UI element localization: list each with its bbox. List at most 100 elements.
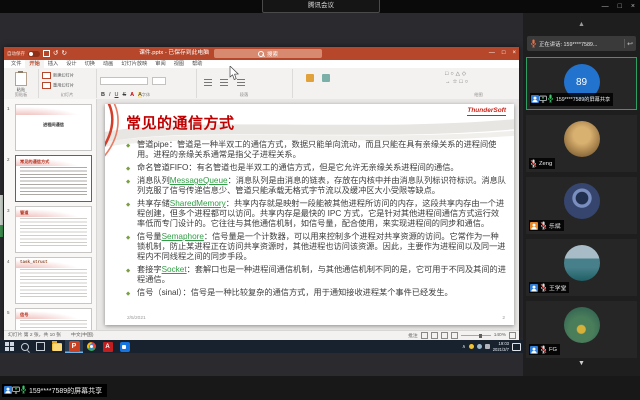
ribbon-tab-bar: 文件开始插入设计切换动画幻灯片放映审阅视图帮助 xyxy=(4,60,519,68)
reading-view-icon[interactable] xyxy=(441,332,448,339)
ppt-close-icon[interactable]: × xyxy=(512,47,516,60)
ribbon-tab-动画[interactable]: 动画 xyxy=(99,60,117,68)
ribbon: 粘贴 剪贴板 新建幻灯片 重用幻灯片 幻灯片 B I U xyxy=(4,68,519,100)
thumbnail-title: 管道 xyxy=(20,210,28,216)
ribbon-tab-视图[interactable]: 视图 xyxy=(170,60,188,68)
save-icon[interactable] xyxy=(43,50,50,57)
tray-icon-1[interactable] xyxy=(469,344,474,349)
person-badge-icon xyxy=(530,222,538,230)
slide-thumbnail-5[interactable]: 信号 xyxy=(15,308,92,331)
reuse-slide-button[interactable]: 重用幻灯片 xyxy=(42,82,96,89)
group-label-drawing: 绘图 xyxy=(440,92,517,98)
notes-button[interactable]: 批注 xyxy=(408,332,418,339)
font-size-select[interactable] xyxy=(152,77,166,85)
tray-icon-3[interactable] xyxy=(485,344,490,349)
normal-view-icon[interactable] xyxy=(421,332,428,339)
ribbon-group-clipboard: 粘贴 剪贴板 xyxy=(4,69,39,98)
search-box[interactable]: 搜索 xyxy=(214,49,322,58)
acrobat-icon: A xyxy=(103,342,113,352)
taskbar-meeting-button[interactable] xyxy=(116,340,133,353)
meeting-titlebar: 腾讯会议 — □ × xyxy=(0,0,640,13)
participant-name: Zeng xyxy=(539,161,552,167)
mic-icon xyxy=(530,39,537,48)
ribbon-tab-开始[interactable]: 开始 xyxy=(25,60,43,68)
participant-tile-4[interactable]: FG xyxy=(526,301,637,358)
autosave-toggle[interactable] xyxy=(28,51,40,57)
zoom-slider-knob[interactable] xyxy=(479,334,482,338)
close-icon[interactable]: × xyxy=(631,0,635,13)
ribbon-tab-幻灯片放映[interactable]: 幻灯片放映 xyxy=(117,60,151,68)
banner-reply-icon[interactable]: ↩ xyxy=(627,40,633,48)
active-speaker-status-icons xyxy=(531,94,554,105)
banner-divider xyxy=(624,39,625,48)
participant-tile-2[interactable]: 乐斌 xyxy=(526,177,637,234)
taskbar-acrobat-button[interactable]: A xyxy=(99,340,116,353)
status-right: 批注 140% xyxy=(408,331,516,340)
participant-tile-1[interactable]: Zeng xyxy=(526,115,637,172)
participant-tile-3[interactable]: 王学堂 xyxy=(526,239,637,296)
ribbon-tab-设计[interactable]: 设计 xyxy=(62,60,80,68)
action-center-icon[interactable] xyxy=(512,343,521,351)
slide-thumbnail-1[interactable]: 进程间通信 xyxy=(15,104,92,151)
ribbon-tab-文件[interactable]: 文件 xyxy=(7,60,25,68)
tray-icon-2[interactable] xyxy=(477,344,482,349)
active-speaker-tile[interactable]: 89 159****7589的屏幕共享 xyxy=(526,57,637,110)
thumbnail-number: 3 xyxy=(7,208,10,213)
undo-icon[interactable]: ↺ xyxy=(53,47,58,60)
hidden-icons-caret[interactable]: ∧ xyxy=(462,344,466,350)
person-badge-icon xyxy=(531,95,539,103)
taskbar-chrome-button[interactable] xyxy=(83,340,99,353)
taskbar-powerpoint-button[interactable]: P xyxy=(65,340,83,353)
slide-canvas[interactable]: ThunderSoft 常见的通信方式 管道pipe：管道是一种半双工的通信方式… xyxy=(105,104,514,325)
slide-thumbnail-2[interactable]: 常见的通信方式 xyxy=(15,155,92,202)
search-icon xyxy=(21,343,29,351)
thumbnail-title: 进程间通信 xyxy=(16,122,91,128)
smart-lookup-icon[interactable] xyxy=(322,74,330,82)
zoom-slider[interactable] xyxy=(461,335,491,336)
muted-mic-icon xyxy=(540,345,547,354)
ribbon-tab-切换[interactable]: 切换 xyxy=(81,60,99,68)
minimize-icon[interactable]: — xyxy=(602,0,609,13)
speaking-mic-icon xyxy=(530,35,537,53)
slide-thumbnail-panel: 1进程间通信2常见的通信方式3管道4task_struct5信号 xyxy=(4,99,97,331)
slideshow-icon[interactable] xyxy=(451,332,458,339)
paste-icon[interactable] xyxy=(15,72,27,86)
font-name-select[interactable] xyxy=(100,77,148,85)
bullet-list-icon[interactable] xyxy=(204,79,212,86)
taskbar-apps: PA xyxy=(1,340,133,353)
new-slide-button[interactable]: 新建幻灯片 xyxy=(42,72,96,79)
numbered-list-icon[interactable] xyxy=(220,79,228,86)
shapes-gallery-row2[interactable]: →☆□○ xyxy=(445,79,517,85)
taskbar-explorer-button[interactable] xyxy=(48,340,65,353)
ribbon-tab-审阅[interactable]: 审阅 xyxy=(151,60,169,68)
ribbon-extra-icons xyxy=(304,69,346,98)
slide-bullet: 管道pipe：管道是一种半双工的通信方式，数据只能单向流动，而且只能在具有亲缘关… xyxy=(126,140,506,160)
taskbar-start-button[interactable] xyxy=(1,340,17,353)
desktop-edge-window xyxy=(0,195,3,225)
ppt-restore-icon[interactable]: □ xyxy=(502,47,506,60)
more-participants-icon[interactable]: ▼ xyxy=(523,360,640,367)
restore-icon[interactable]: □ xyxy=(618,0,622,13)
redo-icon[interactable]: ↻ xyxy=(61,47,66,60)
ribbon-tab-帮助[interactable]: 帮助 xyxy=(188,60,206,68)
screen-share-icon xyxy=(539,95,547,103)
fit-to-window-icon[interactable] xyxy=(509,332,516,339)
shapes-gallery-row1[interactable]: □○△◇ xyxy=(445,71,517,77)
ribbon-tab-插入[interactable]: 插入 xyxy=(44,60,62,68)
zoom-level[interactable]: 140% xyxy=(494,333,506,338)
taskbar-search-button[interactable] xyxy=(17,340,32,353)
document-title: 课件.pptx - 已保存到此电脑 xyxy=(94,47,209,60)
screen-share-indicator[interactable]: 159****7589的屏幕共享 xyxy=(2,384,107,397)
design-ideas-icon[interactable] xyxy=(306,74,314,82)
speaking-banner: 正在讲话: 159****7589... ↩ xyxy=(527,36,636,51)
ppt-minimize-icon[interactable]: — xyxy=(489,47,495,60)
collapse-panel-icon[interactable]: ▲ xyxy=(523,21,640,28)
slide-sorter-icon[interactable] xyxy=(431,332,438,339)
taskbar-taskview-button[interactable] xyxy=(32,340,48,353)
search-icon xyxy=(258,51,264,57)
slide-thumbnail-3[interactable]: 管道 xyxy=(15,206,92,253)
slide-thumbnail-4[interactable]: task_struct xyxy=(15,257,92,304)
slide-bullet: 信号量Semaphore：信号量是一个计数器，可以用来控制多个进程对共享资源的访… xyxy=(126,232,506,262)
language-indicator[interactable]: 中文(中国) xyxy=(71,331,93,340)
taskbar-clock[interactable]: 19:03 2021/3/7 xyxy=(493,341,509,351)
